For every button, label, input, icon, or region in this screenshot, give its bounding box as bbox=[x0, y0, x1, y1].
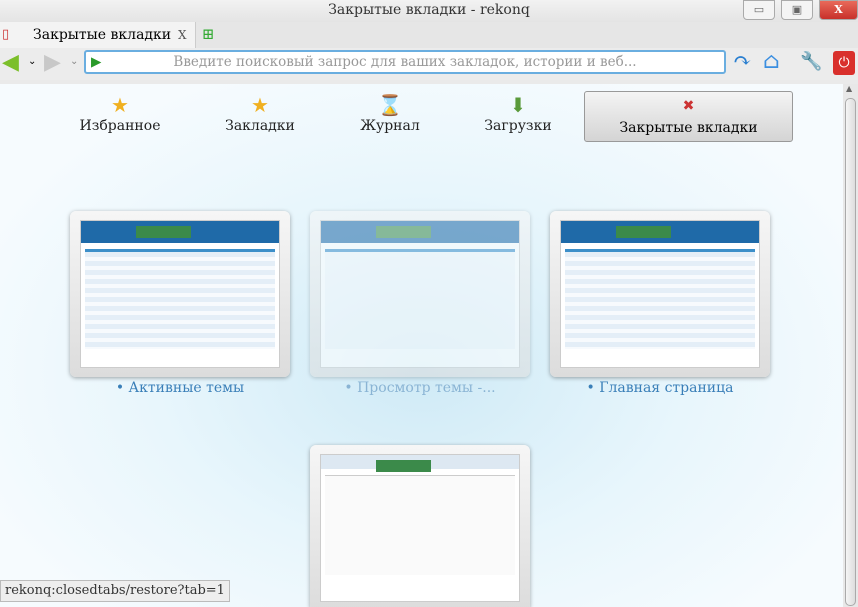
nav-bookmarks-label: Закладки bbox=[225, 118, 295, 134]
home-icon[interactable]: ⌂ bbox=[763, 49, 780, 74]
closed-tabs-icon: ▯ bbox=[2, 27, 10, 42]
tab-bar: ▯ Закрытые вкладки X ⊞ bbox=[0, 22, 858, 48]
nav-bookmarks[interactable]: ★ Закладки bbox=[210, 92, 310, 134]
download-icon: ⬇ bbox=[509, 93, 527, 117]
window-title: Закрытые вкладки - rekonq bbox=[328, 2, 530, 18]
forward-icon[interactable]: ▶ bbox=[44, 50, 61, 75]
nav-toolbar: ◀ ⌄ ▶ ⌄ ▶ Введите поисковый запрос для в… bbox=[0, 48, 858, 80]
tab-preview-4[interactable] bbox=[310, 445, 530, 607]
tab-preview-label[interactable]: • Активные темы bbox=[70, 380, 290, 396]
forward-dropdown-icon[interactable]: ⌄ bbox=[70, 56, 78, 67]
tab-close-icon[interactable]: X bbox=[178, 22, 187, 48]
tab-label: Закрытые вкладки bbox=[33, 27, 172, 43]
go-icon[interactable]: ▶ bbox=[91, 52, 101, 72]
back-icon[interactable]: ◀ bbox=[2, 50, 19, 75]
nav-downloads[interactable]: ⬇ Загрузки bbox=[468, 92, 568, 134]
tab-preview-3[interactable] bbox=[550, 211, 770, 377]
nav-history-label: Журнал bbox=[360, 118, 420, 134]
preview-thumbnail bbox=[320, 454, 520, 602]
nav-closed-tabs-label: Закрытые вкладки bbox=[619, 120, 758, 136]
vertical-scrollbar[interactable]: ▲ bbox=[843, 84, 858, 607]
tab-preview-1[interactable] bbox=[70, 211, 290, 377]
power-icon[interactable]: ⏻ bbox=[833, 51, 855, 75]
preview-thumbnail bbox=[560, 220, 760, 368]
scrollbar-thumb[interactable] bbox=[845, 98, 856, 606]
closed-tabs-icon: ✖ bbox=[682, 98, 695, 114]
back-dropdown-icon[interactable]: ⌄ bbox=[28, 56, 36, 67]
status-bar: rekonq:closedtabs/restore?tab=1 bbox=[0, 580, 230, 602]
nav-favorites[interactable]: ★ Избранное bbox=[70, 92, 170, 134]
preview-thumbnail bbox=[80, 220, 280, 368]
tab-closed-tabs[interactable]: ▯ Закрытые вкладки X bbox=[0, 22, 196, 48]
nav-closed-tabs[interactable]: ✖ Закрытые вкладки bbox=[584, 91, 793, 142]
tab-preview-2[interactable] bbox=[310, 211, 530, 377]
closed-tabs-page: ★ Избранное ★ Закладки ⌛ Журнал ⬇ Загрузки ✖… bbox=[0, 84, 843, 607]
url-placeholder: Введите поисковый запрос для ваших закла… bbox=[173, 54, 637, 70]
preview-thumbnail bbox=[320, 220, 520, 368]
tab-preview-label[interactable]: • Главная страница bbox=[550, 380, 770, 396]
nav-history[interactable]: ⌛ Журнал bbox=[340, 92, 440, 134]
maximize-button[interactable]: ▣ bbox=[781, 0, 813, 20]
tab-preview-label[interactable]: • Просмотр темы -... bbox=[310, 380, 530, 396]
title-bar: Закрытые вкладки - rekonq ▭ ▣ X bbox=[0, 0, 858, 22]
hourglass-icon: ⌛ bbox=[377, 93, 403, 117]
close-button[interactable]: X bbox=[819, 0, 858, 20]
new-tab-icon[interactable]: ⊞ bbox=[202, 25, 215, 43]
reload-icon[interactable]: ↷ bbox=[733, 49, 751, 74]
star-icon: ★ bbox=[111, 93, 129, 117]
url-input[interactable]: ▶ Введите поисковый запрос для ваших зак… bbox=[84, 50, 726, 74]
nav-downloads-label: Загрузки bbox=[484, 118, 552, 134]
nav-favorites-label: Избранное bbox=[79, 118, 161, 134]
minimize-button[interactable]: ▭ bbox=[743, 0, 775, 20]
tools-wrench-icon[interactable]: 🔧 bbox=[800, 51, 822, 72]
scroll-up-icon[interactable]: ▲ bbox=[846, 84, 852, 93]
star-icon: ★ bbox=[251, 93, 269, 117]
